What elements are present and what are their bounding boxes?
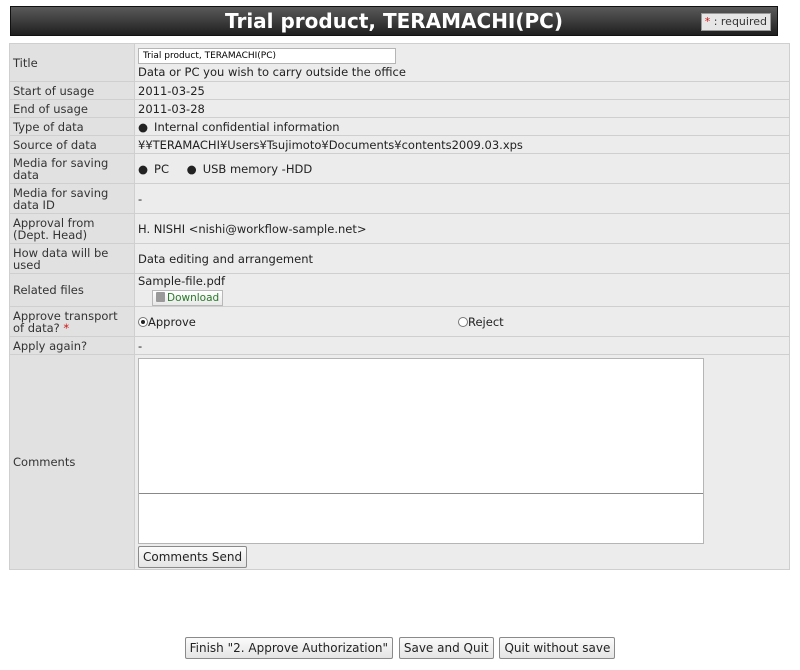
row-title: Title Data or PC you wish to carry outsi… (9, 43, 790, 82)
save-and-quit-button[interactable]: Save and Quit (398, 637, 494, 659)
row-source-of-data: Source of data ¥¥TERAMACHI¥Users¥Tsujimo… (9, 135, 790, 154)
type-of-data-value: Internal confidential information (154, 119, 340, 134)
comments-value-cell: Comments Send (134, 354, 790, 570)
download-file-icon (156, 292, 165, 302)
page-header: Trial product, TERAMACHI(PC) * : require… (10, 6, 778, 36)
end-of-usage-value: 2011-03-28 (134, 99, 790, 118)
comments-label: Comments (9, 354, 135, 570)
row-comments: Comments Comments Send (9, 354, 790, 570)
approve-radio[interactable] (138, 316, 148, 327)
request-form-table: Title Data or PC you wish to carry outsi… (9, 43, 790, 570)
reject-radio-option[interactable]: Reject (458, 315, 504, 329)
media-item: ● PC (138, 162, 169, 176)
approve-radio-option[interactable]: Approve (138, 315, 458, 329)
apply-again-value: - (134, 336, 790, 355)
related-files-label: Related files (9, 273, 135, 307)
required-legend: * : required (700, 13, 771, 31)
bullet-icon: ● (138, 119, 149, 134)
apply-again-label: Apply again? (9, 336, 135, 355)
required-legend-text: : required (710, 15, 767, 28)
approve-transport-options: Approve Reject (134, 306, 790, 337)
how-data-used-value: Data editing and arrangement (134, 243, 790, 274)
comments-textarea[interactable] (138, 357, 704, 544)
quit-without-save-button[interactable]: Quit without save (499, 637, 616, 659)
media-item-label: PC (154, 161, 170, 176)
related-files-value-cell: Sample-file.pdf Download (134, 273, 790, 307)
row-related-files: Related files Sample-file.pdf Download (9, 273, 790, 307)
download-button[interactable]: Download (152, 290, 224, 306)
source-of-data-value: ¥¥TERAMACHI¥Users¥Tsujimoto¥Documents¥co… (134, 135, 790, 154)
row-how-data-used: How data will be used Data editing and a… (9, 243, 790, 274)
comments-send-button[interactable]: Comments Send (138, 545, 248, 568)
finish-approve-button[interactable]: Finish "2. Approve Authorization" (184, 637, 394, 659)
title-label: Title (9, 43, 135, 82)
title-subtext: Data or PC you wish to carry outside the… (138, 65, 406, 79)
how-data-used-label: How data will be used (9, 243, 135, 274)
media-id-label: Media for saving data ID (9, 183, 135, 214)
row-type-of-data: Type of data ● Internal confidential info… (9, 117, 790, 136)
action-bar: Finish "2. Approve Authorization" Save a… (0, 637, 800, 659)
row-apply-again: Apply again? - (9, 336, 790, 355)
download-label: Download (167, 292, 220, 304)
reject-radio-label: Reject (468, 314, 504, 329)
title-value-cell: Data or PC you wish to carry outside the… (134, 43, 790, 82)
approval-from-label: Approval from (Dept. Head) (9, 213, 135, 244)
row-media-id: Media for saving data ID - (9, 183, 790, 214)
media-for-saving-label: Media for saving data (9, 153, 135, 184)
start-of-usage-label: Start of usage (9, 81, 135, 100)
media-item-label: USB memory -HDD (202, 161, 313, 176)
row-end-of-usage: End of usage 2011-03-28 (9, 99, 790, 118)
required-star: * (63, 320, 70, 335)
media-id-value: - (134, 183, 790, 214)
media-item: ● USB memory -HDD (187, 162, 313, 176)
media-for-saving-value-cell: ● PC ● USB memory -HDD (134, 153, 790, 184)
approve-radio-label: Approve (148, 314, 196, 329)
related-file-link[interactable]: Sample-file.pdf (138, 274, 786, 288)
reject-radio[interactable] (458, 316, 468, 327)
row-media-for-saving: Media for saving data ● PC ● USB memory -H… (9, 153, 790, 184)
source-of-data-label: Source of data (9, 135, 135, 154)
start-of-usage-value: 2011-03-25 (134, 81, 790, 100)
row-approval-from: Approval from (Dept. Head) H. NISHI <nis… (9, 213, 790, 244)
bullet-icon: ● (138, 161, 149, 176)
row-start-of-usage: Start of usage 2011-03-25 (9, 81, 790, 100)
type-of-data-label: Type of data (9, 117, 135, 136)
type-of-data-value-cell: ● Internal confidential information (134, 117, 790, 136)
end-of-usage-label: End of usage (9, 99, 135, 118)
page-title: Trial product, TERAMACHI(PC) (225, 9, 563, 33)
row-approve-transport: Approve transport of data? * Approve Rej… (9, 306, 790, 337)
bullet-icon: ● (186, 161, 197, 176)
comments-divider (139, 492, 703, 494)
title-input[interactable] (138, 48, 396, 64)
approval-from-value: H. NISHI <nishi@workflow-sample.net> (134, 213, 790, 244)
approve-transport-label-cell: Approve transport of data? * (9, 306, 135, 337)
